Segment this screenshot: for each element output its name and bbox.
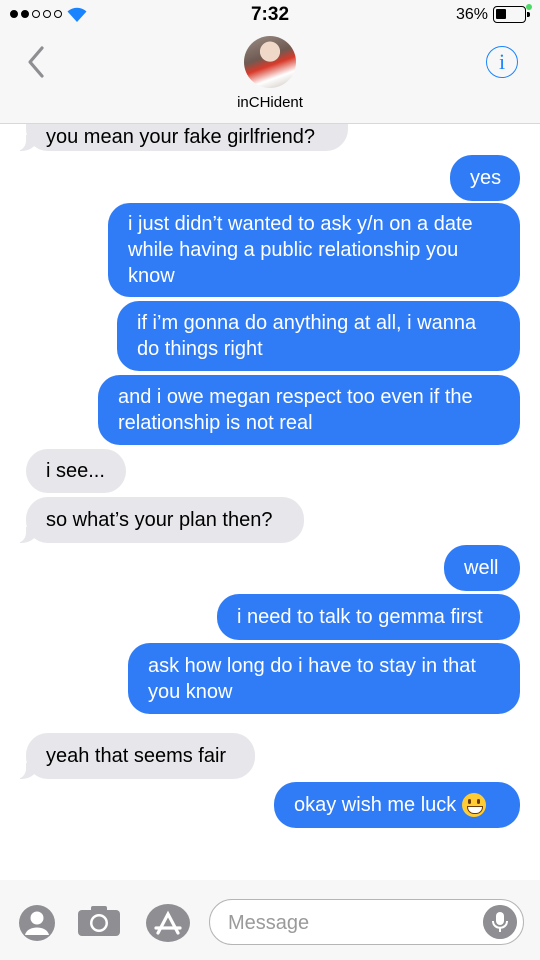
message-text: if i’m gonna do anything at all, i wanna… xyxy=(137,312,477,360)
sent-message[interactable]: if i’m gonna do anything at all, i wanna… xyxy=(117,301,520,371)
received-message[interactable]: yeah that seems fair xyxy=(14,733,255,779)
message-list: you mean your fake girlfriend? yes i jus… xyxy=(0,0,540,960)
message-text: i just didn’t wanted to ask y/n on a dat… xyxy=(128,213,473,287)
message-text: well xyxy=(464,557,499,579)
message-text: okay wish me luck xyxy=(294,794,457,816)
message-text: so what’s your plan then? xyxy=(46,509,273,531)
chevron-left-icon[interactable] xyxy=(22,44,52,80)
grinning-face-emoji-icon xyxy=(462,793,487,817)
conversation-header: inCHident i xyxy=(0,30,540,124)
message-text: i see... xyxy=(46,460,105,482)
message-text: yeah that seems fair xyxy=(46,745,227,767)
sent-message[interactable]: i need to talk to gemma first xyxy=(217,594,520,640)
contact-name[interactable]: inCHident xyxy=(0,94,540,111)
info-icon[interactable]: i xyxy=(486,46,518,78)
app-store-icon[interactable] xyxy=(145,903,191,943)
message-input-container[interactable] xyxy=(209,899,524,945)
message-text: and i owe megan respect too even if the … xyxy=(118,386,473,434)
sent-message[interactable]: ask how long do i have to stay in that y… xyxy=(128,643,520,714)
message-input[interactable] xyxy=(228,908,468,938)
microphone-icon[interactable] xyxy=(483,905,517,939)
person-icon[interactable] xyxy=(17,903,57,943)
received-message[interactable]: i see... xyxy=(26,449,126,493)
message-text: ask how long do i have to stay in that y… xyxy=(148,654,476,703)
sent-message[interactable]: yes xyxy=(450,155,520,201)
camera-icon[interactable] xyxy=(77,905,121,937)
sent-message[interactable]: okay wish me luck xyxy=(274,782,520,828)
message-text: i need to talk to gemma first xyxy=(237,606,483,628)
message-text: yes xyxy=(470,167,502,189)
sent-message[interactable]: well xyxy=(444,545,520,591)
received-message[interactable]: so what’s your plan then? xyxy=(14,497,304,543)
sent-message[interactable]: and i owe megan respect too even if the … xyxy=(98,375,520,445)
avatar[interactable] xyxy=(244,36,296,88)
sent-message[interactable]: i just didn’t wanted to ask y/n on a dat… xyxy=(108,203,520,297)
